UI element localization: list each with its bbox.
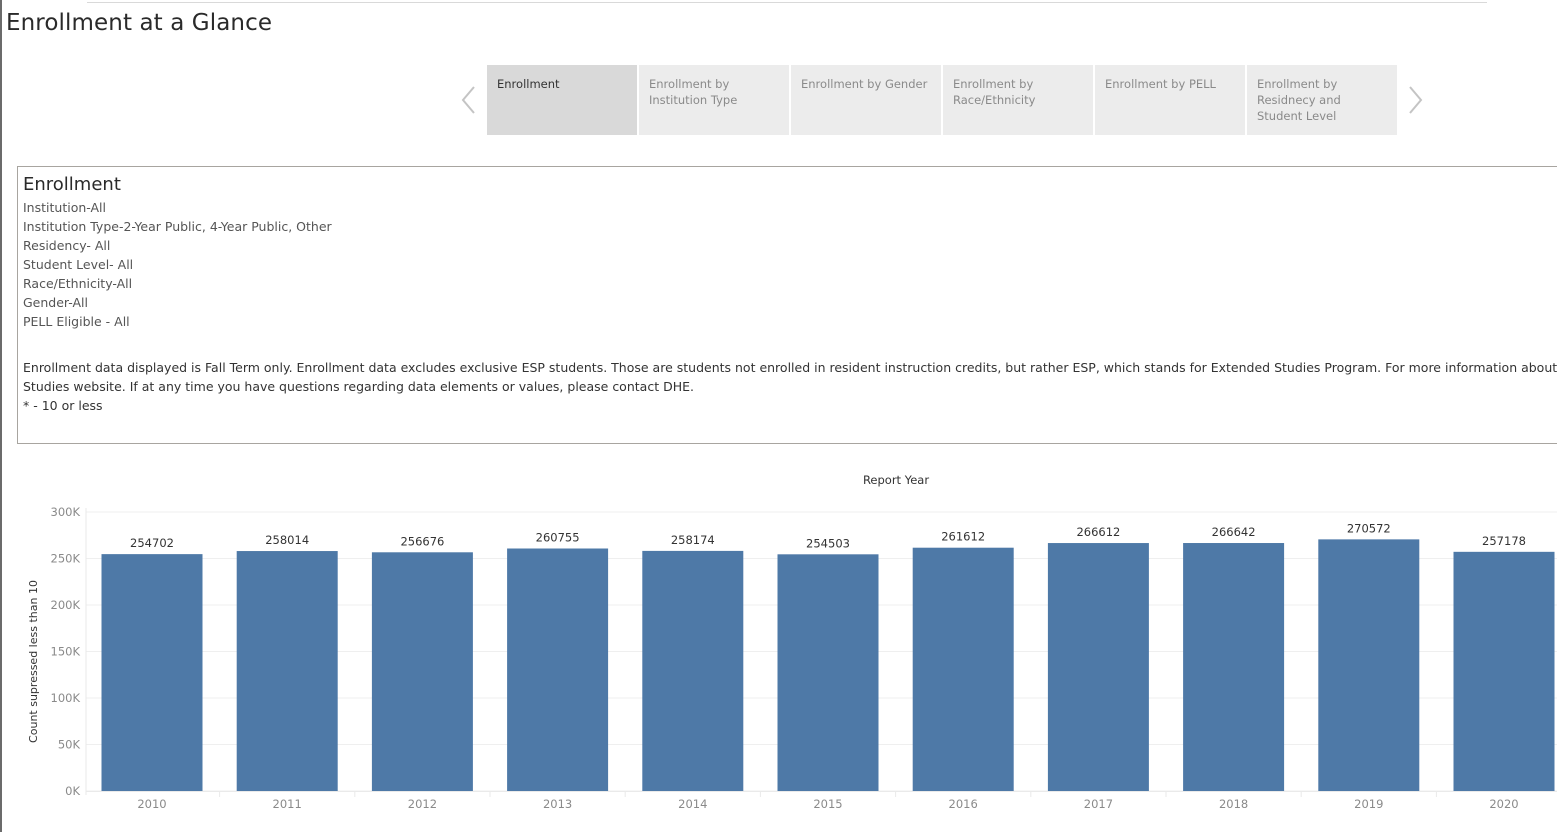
y-tick-label: 0K [65, 784, 80, 798]
bar [236, 551, 338, 791]
y-axis-label: Count supressed less than 10 [27, 580, 40, 743]
next-button[interactable] [1404, 85, 1428, 115]
data-label: 256676 [400, 534, 444, 548]
x-tick-label: 2011 [273, 797, 302, 811]
previous-button[interactable] [458, 85, 482, 115]
chevron-left-icon [461, 86, 475, 114]
x-tick-label: 2020 [1489, 797, 1518, 811]
x-tick-label: 2018 [1219, 797, 1248, 811]
x-tick-label: 2015 [813, 797, 842, 811]
bar [1453, 551, 1555, 791]
enrollment-bar-chart: Report Year Count supressed less than 10 0… [0, 460, 1557, 832]
filter-line: Residency- All [23, 238, 111, 253]
y-tick-label: 300K [51, 505, 81, 519]
x-tick-label: 2017 [1084, 797, 1113, 811]
data-label: 258174 [671, 533, 715, 547]
y-tick-label: 150K [51, 645, 81, 659]
bar [1183, 543, 1285, 791]
bar [912, 547, 1014, 791]
x-tick-label: 2013 [543, 797, 572, 811]
story-tab[interactable]: Enrollment [487, 65, 637, 135]
bar [642, 550, 744, 791]
story-tabs: Enrollment Enrollment by Institution Type… [487, 65, 1399, 135]
filter-line: Institution-All [23, 200, 106, 215]
y-tick-label: 250K [51, 552, 81, 566]
data-label: 254702 [130, 536, 174, 550]
x-tick-label: 2014 [678, 797, 707, 811]
data-label: 254503 [806, 536, 850, 550]
story-tab[interactable]: Enrollment by Residnecy and Student Leve… [1247, 65, 1397, 135]
x-tick-label: 2012 [408, 797, 437, 811]
data-label: 261612 [941, 530, 985, 544]
y-tick-label: 200K [51, 598, 81, 612]
x-tick-label: 2010 [137, 797, 166, 811]
chart-svg: Report Year Count supressed less than 10 0… [27, 473, 1557, 811]
bar [1318, 539, 1420, 791]
column-header-title: Report Year [863, 473, 929, 487]
note-line: Enrollment data displayed is Fall Term o… [23, 360, 1557, 375]
bar [507, 548, 609, 791]
x-tick-label: 2016 [949, 797, 978, 811]
story-tab[interactable]: Enrollment by Gender [791, 65, 941, 135]
data-label: 266642 [1212, 525, 1256, 539]
data-label: 266612 [1076, 525, 1120, 539]
data-note: Enrollment data displayed is Fall Term o… [23, 358, 1557, 415]
y-tick-label: 100K [51, 691, 81, 705]
story-tab[interactable]: Enrollment by PELL [1095, 65, 1245, 135]
x-tick-label: 2019 [1354, 797, 1383, 811]
description-heading: Enrollment [23, 174, 121, 195]
description-panel: Enrollment Institution-All Institution Ty… [17, 166, 1557, 444]
data-label: 258014 [265, 533, 309, 547]
page-title: Enrollment at a Glance [6, 10, 273, 36]
filter-line: Institution Type-2-Year Public, 4-Year P… [23, 219, 332, 234]
top-divider [87, 2, 1487, 3]
story-tab[interactable]: Enrollment by Institution Type [639, 65, 789, 135]
filter-line: Race/Ethnicity-All [23, 276, 133, 291]
filter-summary: Institution-All Institution Type-2-Year P… [23, 198, 332, 331]
bar [371, 552, 473, 791]
bar [101, 554, 203, 791]
note-line: * - 10 or less [23, 398, 103, 413]
chevron-right-icon [1409, 86, 1423, 114]
note-line: Studies website. If at any time you have… [23, 379, 694, 394]
data-label: 260755 [536, 530, 580, 544]
bar [777, 554, 879, 791]
bar [1047, 543, 1149, 791]
filter-line: PELL Eligible - All [23, 314, 130, 329]
filter-line: Student Level- All [23, 257, 134, 272]
filter-line: Gender-All [23, 295, 88, 310]
story-tab[interactable]: Enrollment by Race/Ethnicity [943, 65, 1093, 135]
data-label: 270572 [1347, 521, 1391, 535]
y-tick-label: 50K [58, 738, 81, 752]
data-label: 257178 [1482, 534, 1526, 548]
